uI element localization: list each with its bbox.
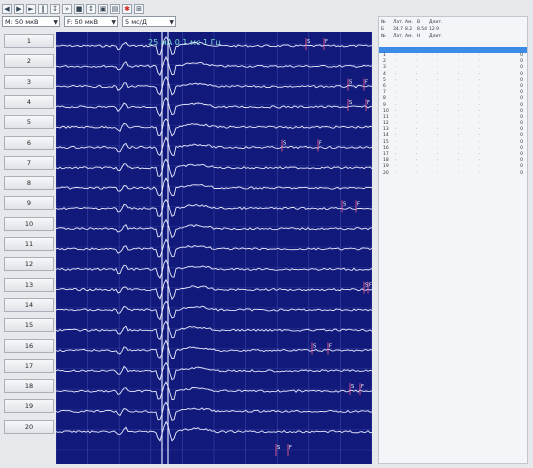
table-header-cell: № xyxy=(381,34,386,39)
latency-marker-label: F xyxy=(369,283,372,289)
trace-plot: 25 мА 0.1 мс 1 Гц S FS FS FS FS FS FS FS FS F xyxy=(56,32,372,464)
table-header-cell: В xyxy=(417,20,421,25)
channel-label[interactable]: 16 xyxy=(4,338,54,353)
table-header-cell: 8.2 xyxy=(405,27,413,32)
skip-icon[interactable]: » xyxy=(62,3,72,14)
play-icon[interactable]: ► xyxy=(26,3,36,14)
trace-panel[interactable]: 25 мА 0.1 мс 1 Гц S F S F S F S F S F S F S F S F S F xyxy=(56,32,372,464)
latency-marker-label: S xyxy=(351,384,354,390)
row-value: 0 xyxy=(520,170,523,176)
channel-label[interactable]: 14 xyxy=(4,297,54,312)
chevron-down-icon: ▼ xyxy=(111,19,116,26)
channel-label[interactable]: 4 xyxy=(4,94,54,109)
amplitude-select[interactable]: М: 50 мкВ ▼ xyxy=(2,16,60,27)
channel-label[interactable]: 7 xyxy=(4,155,54,170)
channel-label[interactable]: 1 xyxy=(4,34,54,48)
channel-label[interactable]: 2 xyxy=(4,54,54,69)
amplitude-select-value: М: 50 мкВ xyxy=(5,18,39,26)
table-header-cell: Длит. xyxy=(429,34,443,39)
table-header-cell: Н xyxy=(417,34,421,39)
table-header-cell: Ам. xyxy=(405,20,413,25)
table-header-row: Б 34.7 8.2 8.54 12.9 xyxy=(381,26,527,33)
channel-label[interactable]: 15 xyxy=(4,318,54,333)
save-icon[interactable]: ▣ xyxy=(98,3,108,14)
mark-icon[interactable]: ↕ xyxy=(86,3,96,14)
channel-label[interactable]: 10 xyxy=(4,216,54,231)
latency-marker-label: F xyxy=(357,201,360,207)
pause-icon[interactable]: ‖ xyxy=(38,3,48,14)
results-table-body: 1 · · · · · 0 2 · · · · · 0 3 · · · · · 0 4 · · · … xyxy=(383,53,523,177)
table-header-cell: № xyxy=(381,20,386,25)
latency-marker-label: S xyxy=(343,201,346,207)
channel-label[interactable]: 18 xyxy=(4,379,54,394)
latency-marker-label: S xyxy=(283,141,286,147)
print-icon[interactable]: ▤ xyxy=(110,3,120,14)
row-placeholder: · · · · · xyxy=(395,170,489,176)
table-header-cell: Ам. xyxy=(405,34,413,39)
table-row[interactable]: 20 · · · · · 0 xyxy=(383,171,523,177)
step-icon[interactable]: ↧ xyxy=(50,3,60,14)
latency-marker-label: F xyxy=(329,344,332,350)
settings-bar: М: 50 мкВ ▼ F: 50 мкВ ▼ 5 мс/Д ▼ xyxy=(2,16,176,28)
speed-select[interactable]: 5 мс/Д ▼ xyxy=(122,16,176,27)
channel-label[interactable]: 11 xyxy=(4,237,54,251)
channel-label[interactable]: 19 xyxy=(4,399,54,414)
latency-marker-label: S xyxy=(313,344,316,350)
channel-label[interactable]: 20 xyxy=(4,419,54,434)
latency-marker-label: S xyxy=(349,80,352,86)
latency-marker-label: F xyxy=(367,100,370,106)
table-header-cell: Лат. xyxy=(393,34,404,39)
grid-icon[interactable]: ⊞ xyxy=(134,3,144,14)
filter-select-value: F: 50 мкВ xyxy=(67,18,99,26)
toolbar: ◀ ▶ ► ‖ ↧ » ■ ↕ ▣ ▤ ✱ ⊞ xyxy=(2,2,372,15)
channel-label[interactable]: 3 xyxy=(4,74,54,89)
latency-marker-label: S xyxy=(349,100,352,106)
channel-label[interactable]: 6 xyxy=(4,135,54,150)
forward-icon[interactable]: ▶ xyxy=(14,3,24,14)
results-table-header: № Лат. Ам. В Длит. Б 34.7 8.2 8.54 12.9 № Лат. Ам. Н Д… xyxy=(381,19,527,47)
channel-label[interactable]: 9 xyxy=(4,196,54,211)
latency-marker-label: F xyxy=(325,39,328,45)
latency-marker-label: F xyxy=(289,445,292,451)
row-number: 20 xyxy=(383,170,389,176)
chevron-down-icon: ▼ xyxy=(53,19,58,26)
table-header-cell: 12.9 xyxy=(429,27,440,32)
latency-marker-label: S xyxy=(307,39,310,45)
table-header-cell: Длит. xyxy=(429,20,443,25)
table-header-row: № Лат. Ам. Н Длит. xyxy=(381,33,527,40)
latency-marker-label: F xyxy=(365,80,368,86)
channel-label[interactable]: 13 xyxy=(4,277,54,292)
stop-icon[interactable]: ■ xyxy=(74,3,84,14)
latency-marker-label: F xyxy=(361,384,364,390)
filter-select[interactable]: F: 50 мкВ ▼ xyxy=(64,16,118,27)
channel-label[interactable]: 5 xyxy=(4,115,54,130)
speed-select-value: 5 мс/Д xyxy=(125,18,147,26)
table-header-cell: 8.54 xyxy=(417,27,428,32)
back-icon[interactable]: ◀ xyxy=(2,3,12,14)
emg-application-window: ◀ ▶ ► ‖ ↧ » ■ ↕ ▣ ▤ ✱ ⊞ М: 50 мкВ ▼ F: 50… xyxy=(0,0,533,468)
channel-label[interactable]: 12 xyxy=(4,257,54,272)
channel-label[interactable]: 17 xyxy=(4,358,54,373)
latency-marker-label: F xyxy=(319,141,322,147)
latency-marker-label: S xyxy=(277,445,280,451)
table-header-cell: 34.7 xyxy=(393,27,404,32)
table-header-cell: Лат. xyxy=(393,20,404,25)
table-header-row: № Лат. Ам. В Длит. xyxy=(381,19,527,26)
record-icon[interactable]: ✱ xyxy=(122,3,132,14)
channel-label[interactable]: 8 xyxy=(4,176,54,191)
channel-label-column: 1 2 3 4 5 6 7 8 9 10 11 12 13 14 15 16 17 18 19 20 xyxy=(4,34,56,464)
table-header-cell: Б xyxy=(381,27,385,32)
results-panel: № Лат. Ам. В Длит. Б 34.7 8.2 8.54 12.9 № Лат. Ам. Н Д… xyxy=(378,16,528,464)
chevron-down-icon: ▼ xyxy=(169,19,174,26)
